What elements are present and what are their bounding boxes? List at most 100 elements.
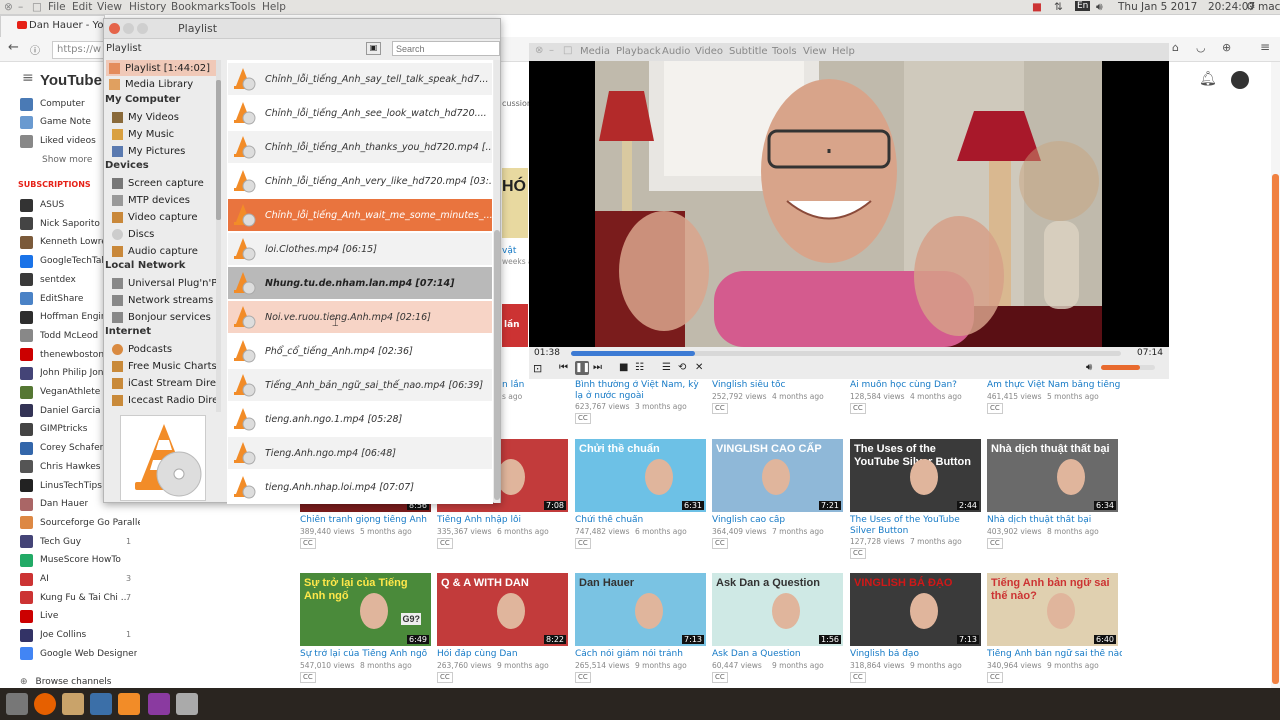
video-thumbnail[interactable]: The Uses of the YouTube Silver Button 2:4…	[850, 439, 981, 512]
playlist-search-input[interactable]	[392, 41, 500, 56]
vlc-menu-subtitle[interactable]: Subtitle	[729, 46, 768, 57]
pocket-icon[interactable]: ◡	[1196, 41, 1206, 54]
media-app-icon[interactable]	[148, 693, 170, 715]
playlist-item[interactable]: Tiếng_Anh_bản_ngữ_sai_thế_nao.mp4 [06:39…	[228, 369, 492, 401]
tree-icecast[interactable]: Icecast Radio Dire...	[109, 392, 219, 408]
video-title[interactable]: Vinglish siêu tốc	[712, 380, 847, 390]
subscription-item[interactable]: Daniel Garcia	[20, 404, 101, 418]
show-more-link[interactable]: Show more	[42, 153, 92, 167]
sidebar-item-liked[interactable]: Liked videos	[20, 134, 96, 148]
subscription-item[interactable]: Nick Saporito	[20, 217, 100, 231]
subscription-item[interactable]: AI	[20, 572, 49, 586]
user-name[interactable]: mac	[1258, 1, 1280, 13]
tree-media-library[interactable]: Media Library	[106, 76, 216, 92]
subscription-item[interactable]: Hoffman Engine	[20, 310, 112, 324]
tree-icast[interactable]: iCast Stream Dire...	[109, 375, 219, 391]
video-title[interactable]: Tiếng Anh nhập lỗi	[437, 515, 572, 525]
subscription-item[interactable]: Joe Collins	[20, 628, 86, 642]
video-title[interactable]: Ẩm thực Việt Nam bằng tiếng Anh	[987, 380, 1122, 390]
vlc-menu-tools[interactable]: Tools	[772, 46, 797, 57]
tree-my-videos[interactable]: My Videos	[109, 109, 219, 125]
tree-upnp[interactable]: Universal Plug'n'P...	[109, 275, 219, 291]
subscription-item[interactable]: GIMPtricks	[20, 422, 87, 436]
subscription-item[interactable]: Kenneth Lowrey	[20, 235, 112, 249]
text-editor-icon[interactable]	[62, 693, 84, 715]
show-desktop-icon[interactable]	[6, 693, 28, 715]
playlist-item[interactable]: tieng.Anh.nhap.loi.mp4 [07:07]	[228, 471, 492, 503]
pause-icon[interactable]: ❚❚	[575, 361, 590, 375]
globe-icon[interactable]: ⊕	[1222, 41, 1231, 54]
playlist-item[interactable]: Nhung.tu.de.nham.lan.mp4 [07:14]	[228, 267, 492, 299]
vlc-menu-view[interactable]: View	[803, 46, 827, 57]
subscription-item[interactable]: Kung Fu & Tai Chi ...	[20, 591, 129, 605]
video-title[interactable]: Ask Dan a Question	[712, 649, 847, 659]
menu-edit[interactable]: Edit	[72, 1, 92, 13]
sidebar-scrollbar-thumb[interactable]	[216, 80, 221, 220]
playlist-item[interactable]: Chỉnh_lỗi_tiếng_Anh_thanks_you_hd720.mp4…	[228, 131, 492, 163]
tree-screen-capture[interactable]: Screen capture	[109, 175, 219, 191]
subscription-item[interactable]: Chris Hawkes	[20, 460, 101, 474]
menu-view[interactable]: View	[97, 1, 122, 13]
next-icon[interactable]: ⏭︎	[593, 362, 602, 373]
video-thumbnail[interactable]: Sự trở lại của Tiếng Anh ngố G9? 6:49	[300, 573, 431, 646]
subscription-item[interactable]: EditShare	[20, 292, 83, 306]
playlist-item[interactable]: Chỉnh_lỗi_tiếng_Anh_say_tell_talk_speak_…	[228, 63, 492, 95]
playlist-item[interactable]: Chỉnh_lỗi_tiếng_Anh_see_look_watch_hd720…	[228, 97, 492, 129]
loop-icon[interactable]: ⟲	[678, 362, 686, 373]
playlist-item[interactable]: loi.Clothes.mp4 [06:15]	[228, 233, 492, 265]
close-icon[interactable]: ⊗	[4, 1, 13, 13]
stop-icon[interactable]: ■	[619, 362, 628, 373]
video-title[interactable]: Bình thường ở Việt Nam, kỳ lạ ở nước ngo…	[575, 380, 700, 402]
video-area[interactable]	[529, 61, 1169, 347]
subscription-item[interactable]: Dan Hauer	[20, 497, 88, 511]
subscription-item[interactable]: Corey Schafer	[20, 441, 103, 455]
video-thumbnail[interactable]: Nhà dịch thuật thất bại 6:34	[987, 439, 1118, 512]
video-title[interactable]: Chửi thề chuẩn	[575, 515, 710, 525]
subscription-item[interactable]: VeganAthlete	[20, 385, 100, 399]
system-monitor-icon[interactable]	[90, 693, 112, 715]
subscription-item[interactable]: sentdex	[20, 273, 76, 287]
tree-my-pictures[interactable]: My Pictures	[109, 143, 219, 159]
playlist-item[interactable]: tieng.anh.ngo.1.mp4 [05:28]	[228, 403, 492, 435]
video-title[interactable]: Vinglish bá đạo	[850, 649, 985, 659]
playlist-scrollbar-thumb[interactable]	[494, 230, 500, 500]
playlist-item[interactable]: Chỉnh_lỗi_tiếng_Anh_wait_me_some_minutes…	[228, 199, 492, 231]
video-thumbnail[interactable]: Ask Dan a Question 1:56	[712, 573, 843, 646]
tree-mtp[interactable]: MTP devices	[109, 192, 219, 208]
guide-menu-icon[interactable]: ≡	[22, 70, 34, 86]
tree-audio-capture[interactable]: Audio capture	[109, 243, 219, 259]
menu-file[interactable]: File	[48, 1, 66, 13]
subscription-item[interactable]: LinusTechTips	[20, 479, 102, 493]
playlist-item[interactable]: Chỉnh_lỗi_tiếng_Anh_very_like_hd720.mp4 …	[228, 165, 492, 197]
vlc-menu-media[interactable]: Media	[580, 46, 610, 57]
video-title[interactable]: Vinglish cao cấp	[712, 515, 847, 525]
menu-tools[interactable]: Tools	[230, 1, 256, 13]
subscription-item[interactable]: Live	[20, 609, 58, 623]
browser-tab[interactable]: Dan Hauer - You	[0, 15, 105, 37]
date[interactable]: Thu Jan 5 2017	[1118, 1, 1197, 13]
maximize-icon[interactable]: □	[563, 45, 572, 56]
subscription-item[interactable]: Todd McLeod	[20, 329, 98, 343]
video-title[interactable]: Nhà dịch thuật thất bại	[987, 515, 1122, 525]
video-thumbnail[interactable]: VINGLISH CAO CẤP 7:21	[712, 439, 843, 512]
tree-video-capture[interactable]: Video capture	[109, 209, 219, 225]
video-thumbnail[interactable]: VINGLISH BÁ ĐẠO 7:13	[850, 573, 981, 646]
minimize-icon[interactable]: –	[18, 1, 23, 13]
fullscreen-icon[interactable]: ⊡	[533, 362, 542, 375]
tree-podcasts[interactable]: Podcasts	[109, 341, 219, 357]
subscription-item[interactable]: MuseScore HowTo	[20, 553, 121, 567]
video-title[interactable]: Tiếng Anh bản ngữ sai thế nào?	[987, 649, 1122, 659]
video-thumbnail[interactable]: Chửi thề chuẩn 6:31	[575, 439, 706, 512]
vlc-icon[interactable]	[118, 693, 140, 715]
playlist-item[interactable]: Noi.ve.ruou.tieng.Anh.mp4 [02:16]	[228, 301, 492, 333]
video-thumbnail[interactable]: Tiếng Anh bản ngữ sai thế nào? 6:40	[987, 573, 1118, 646]
sidebar-item-computer[interactable]: Computer	[20, 97, 85, 111]
subscription-item[interactable]: Sourceforge Go Parallel	[20, 516, 140, 530]
home-icon[interactable]: ⌂	[1172, 41, 1179, 54]
subscription-item[interactable]: John Philip Jone	[20, 366, 109, 380]
volume-slider[interactable]	[1101, 365, 1155, 370]
vlc-menu-help[interactable]: Help	[832, 46, 855, 57]
video-thumbnail[interactable]: Q & A WITH DAN 8:22	[437, 573, 568, 646]
subscription-item[interactable]: thenewboston	[20, 348, 104, 362]
hamburger-menu-icon[interactable]: ≡	[1260, 40, 1270, 54]
